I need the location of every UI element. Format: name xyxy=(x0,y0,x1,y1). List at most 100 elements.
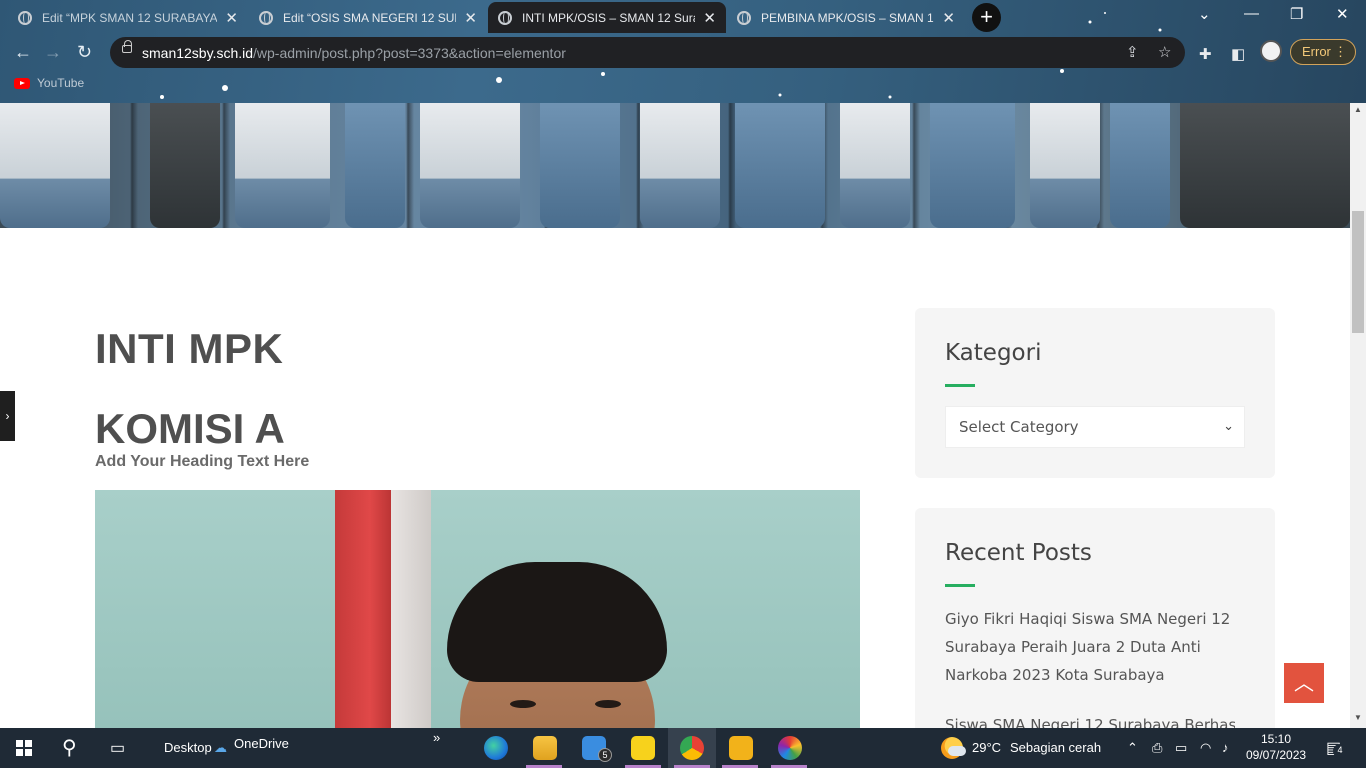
extensions-icon[interactable]: ✚ xyxy=(1199,45,1212,63)
sticky-notes-icon[interactable] xyxy=(631,736,655,760)
flag-white xyxy=(391,490,431,728)
onedrive-toolbar[interactable]: OneDrive xyxy=(234,736,289,751)
bookmarks-bar: YouTube xyxy=(14,76,84,90)
globe-icon xyxy=(18,10,32,25)
chevron-up-icon[interactable]: ⌃ xyxy=(1127,740,1138,756)
chrome-icon xyxy=(680,736,704,760)
recent-post-link[interactable]: Giyo Fikri Haqiqi Siswa SMA Negeri 12 Su… xyxy=(945,605,1235,689)
address-bar[interactable]: sman12sby.sch.id/wp-admin/post.php?post=… xyxy=(110,37,1185,68)
paint-icon[interactable] xyxy=(778,736,802,760)
restore-icon[interactable]: ❐ xyxy=(1290,5,1303,23)
scroll-to-top-button[interactable]: ︿ xyxy=(1284,663,1324,703)
reload-icon[interactable]: ↻ xyxy=(77,42,92,63)
back-icon[interactable]: ← xyxy=(14,42,32,63)
close-window-icon[interactable]: ✕ xyxy=(1336,5,1349,23)
edge-icon[interactable] xyxy=(484,736,508,760)
bookmark-star-icon[interactable]: ☆ xyxy=(1158,43,1171,61)
close-tab-icon[interactable]: ✕ xyxy=(464,9,477,27)
battery-icon[interactable]: ▭ xyxy=(1175,740,1187,756)
toolbar-overflow-icon[interactable]: » xyxy=(433,730,440,745)
tab-edit-osis[interactable]: Edit “OSIS SMA NEGERI 12 SURA ✕ xyxy=(249,2,487,33)
youtube-icon xyxy=(14,77,30,89)
windows-start-icon[interactable] xyxy=(16,740,32,756)
side-panel-icon[interactable]: ◧ xyxy=(1231,45,1245,63)
minimize-icon[interactable]: — xyxy=(1244,5,1259,22)
hero-figure xyxy=(930,103,1015,228)
title-underline xyxy=(945,584,975,587)
globe-icon xyxy=(737,10,751,25)
eye xyxy=(595,700,621,708)
recent-post-link[interactable]: Siswa SMA Negeri 12 Surabaya Berhasil xyxy=(945,711,1235,728)
close-tab-icon[interactable]: ✕ xyxy=(225,9,238,27)
url-text: sman12sby.sch.id/wp-admin/post.php?post=… xyxy=(142,45,566,61)
clock-time: 15:10 xyxy=(1260,732,1292,746)
browser-toolbar: ← → ↻ sman12sby.sch.id/wp-admin/post.php… xyxy=(0,35,1366,69)
browser-chrome: Edit “MPK SMAN 12 SURABAYA ✕ Edit “OSIS … xyxy=(0,0,1366,103)
url-path: /wp-admin/post.php?post=3373&action=elem… xyxy=(253,45,566,61)
tab-strip: Edit “MPK SMAN 12 SURABAYA ✕ Edit “OSIS … xyxy=(0,0,1366,33)
scrollbar-thumb[interactable] xyxy=(1352,211,1364,333)
hero-image xyxy=(0,103,1350,228)
cloud-icon xyxy=(948,746,966,756)
profile-avatar[interactable] xyxy=(1260,40,1282,62)
volume-icon[interactable]: ♪ xyxy=(1222,740,1229,755)
member-photo xyxy=(95,490,860,728)
hero-figure xyxy=(420,103,520,228)
eye xyxy=(510,700,536,708)
system-clock[interactable]: 15:10 09/07/2023 xyxy=(1246,731,1306,763)
hero-figure xyxy=(345,103,405,228)
page-viewport: › INTI MPK KOMISI A Add Your Heading Tex… xyxy=(0,103,1350,728)
tab-title: PEMBINA MPK/OSIS – SMAN 12 xyxy=(761,10,935,25)
forward-icon[interactable]: → xyxy=(44,42,62,63)
hero-figure xyxy=(0,103,110,228)
new-tab-button[interactable]: + xyxy=(972,3,1001,32)
hero-figure xyxy=(540,103,620,228)
app-icon[interactable] xyxy=(729,736,753,760)
hero-figure xyxy=(640,103,720,228)
chevron-down-icon: ⌄ xyxy=(1223,419,1234,434)
close-tab-icon[interactable]: ✕ xyxy=(703,9,716,27)
title-underline xyxy=(945,384,975,387)
hero-figure xyxy=(1030,103,1100,228)
tab-search-icon[interactable]: ⌄ xyxy=(1198,5,1211,23)
chrome-taskbar-button[interactable] xyxy=(668,728,716,768)
hero-figure xyxy=(150,103,220,228)
panel-toggle-button[interactable]: › xyxy=(0,391,15,441)
wifi-icon[interactable]: ◠ xyxy=(1200,740,1211,756)
weather-description[interactable]: Sebagian cerah xyxy=(1010,740,1101,755)
device-icon[interactable]: ⎙ xyxy=(1152,740,1162,756)
tab-inti-mpk[interactable]: INTI MPK/OSIS – SMAN 12 Surab ✕ xyxy=(488,2,726,33)
hair xyxy=(447,562,667,682)
tab-pembina-mpk[interactable]: PEMBINA MPK/OSIS – SMAN 12 ✕ xyxy=(727,2,965,33)
tab-title: Edit “MPK SMAN 12 SURABAYA xyxy=(42,10,218,25)
desktop-toolbar[interactable]: Desktop xyxy=(164,740,212,755)
scroll-down-arrow-icon[interactable]: ▼ xyxy=(1354,713,1362,722)
error-button[interactable]: Error ⋮ xyxy=(1290,39,1356,65)
tab-title: Edit “OSIS SMA NEGERI 12 SURA xyxy=(283,10,457,25)
mail-badge: 5 xyxy=(598,748,612,762)
clock-date: 09/07/2023 xyxy=(1246,748,1307,762)
share-icon[interactable]: ⇪ xyxy=(1126,43,1139,61)
categories-title: Kategori xyxy=(945,340,1042,366)
menu-dots-icon[interactable]: ⋮ xyxy=(1334,40,1347,64)
tab-edit-mpk[interactable]: Edit “MPK SMAN 12 SURABAYA ✕ xyxy=(8,2,248,33)
category-select-value: Select Category xyxy=(959,418,1079,436)
recent-posts-title: Recent Posts xyxy=(945,540,1092,566)
globe-icon xyxy=(259,10,273,25)
bookmark-youtube[interactable]: YouTube xyxy=(37,76,84,90)
weather-temperature[interactable]: 29°C xyxy=(972,740,1001,755)
onedrive-icon: ☁ xyxy=(214,740,227,755)
flag-red xyxy=(335,490,393,728)
page-scrollbar[interactable]: ▲ ▼ xyxy=(1350,103,1366,728)
subheading: Add Your Heading Text Here xyxy=(95,453,310,470)
search-icon[interactable]: ⚲ xyxy=(62,735,77,760)
task-view-icon[interactable]: ▭ xyxy=(110,738,125,758)
page-title: INTI MPK xyxy=(95,325,284,372)
close-tab-icon[interactable]: ✕ xyxy=(942,9,955,27)
notification-count: 4 xyxy=(1333,744,1347,758)
scroll-up-arrow-icon[interactable]: ▲ xyxy=(1354,105,1362,114)
hero-figure xyxy=(840,103,910,228)
category-select[interactable]: Select Category ⌄ xyxy=(945,406,1245,448)
file-explorer-icon[interactable] xyxy=(533,736,557,760)
tab-title: INTI MPK/OSIS – SMAN 12 Surab xyxy=(522,10,696,25)
